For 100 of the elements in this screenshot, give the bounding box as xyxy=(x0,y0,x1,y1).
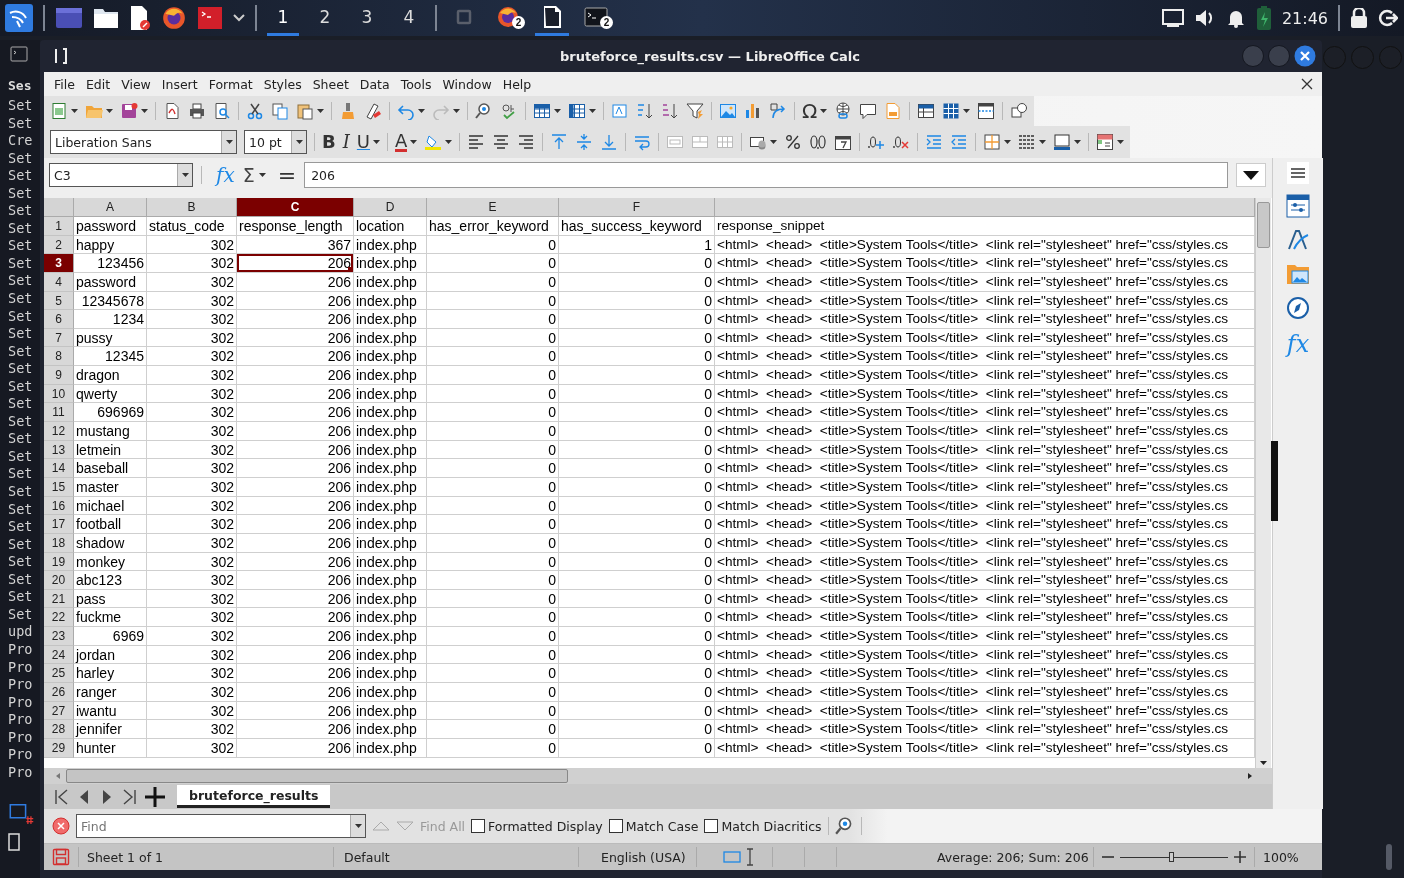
eraser-icon[interactable] xyxy=(364,102,382,120)
save-icon[interactable] xyxy=(52,848,70,866)
name-box[interactable]: C3 xyxy=(49,163,193,187)
caret-icon[interactable] xyxy=(106,109,113,113)
row-header[interactable]: 1 xyxy=(44,217,74,236)
percent-icon[interactable] xyxy=(784,133,803,151)
caret-icon[interactable] xyxy=(225,140,233,144)
sidebar-handle[interactable] xyxy=(1271,441,1278,521)
text-editor-icon[interactable] xyxy=(129,5,151,31)
row-header[interactable]: 28 xyxy=(44,720,74,739)
checkbox-label[interactable]: Match Diacritics xyxy=(721,818,822,834)
font-color-button[interactable]: A xyxy=(395,132,408,152)
unmerge-cells-icon[interactable] xyxy=(716,133,735,151)
add-sheet-icon[interactable] xyxy=(144,785,166,808)
close-icon[interactable] xyxy=(1294,45,1316,67)
row-header[interactable]: 11 xyxy=(44,403,74,423)
caret-icon[interactable] xyxy=(373,140,381,144)
scroll-thumb[interactable] xyxy=(66,769,568,783)
calendar-icon[interactable] xyxy=(834,133,853,151)
paintbrush-icon[interactable] xyxy=(339,102,357,120)
column-header[interactable]: A xyxy=(74,198,147,217)
caret-icon[interactable] xyxy=(453,109,460,113)
caret-icon[interactable] xyxy=(418,109,425,113)
zoom-in-icon[interactable] xyxy=(1234,851,1246,863)
row-header[interactable]: 14 xyxy=(44,459,74,478)
font-size-field[interactable]: 10 pt xyxy=(244,130,307,154)
menu-item[interactable]: Help xyxy=(497,76,537,92)
horizontal-scrollbar[interactable] xyxy=(44,768,1272,784)
menu-item[interactable]: Tools xyxy=(395,76,437,92)
caret-icon[interactable] xyxy=(554,109,561,113)
insert-column-icon[interactable] xyxy=(568,102,586,120)
globe-link-icon[interactable] xyxy=(834,102,853,120)
caret-icon[interactable] xyxy=(770,140,778,144)
caret-icon[interactable] xyxy=(820,109,828,113)
menu-item[interactable]: View xyxy=(116,76,156,92)
sort-descending-icon[interactable] xyxy=(661,102,679,120)
menu-item[interactable]: Edit xyxy=(80,76,116,92)
sum-button[interactable]: Σ xyxy=(242,164,255,186)
column-header[interactable]: E xyxy=(427,198,559,217)
row-header[interactable]: 23 xyxy=(44,627,74,646)
shapes-icon[interactable] xyxy=(1010,102,1029,120)
sort-icon[interactable] xyxy=(611,102,629,120)
column-header[interactable]: F xyxy=(559,198,715,217)
caret-icon[interactable] xyxy=(233,14,245,22)
align-left-icon[interactable] xyxy=(467,133,486,151)
caret-icon[interactable] xyxy=(141,109,148,113)
expand-button[interactable] xyxy=(1236,163,1266,187)
caret-icon[interactable] xyxy=(1004,140,1012,144)
folder-icon[interactable] xyxy=(93,7,119,29)
center-vertically-icon[interactable] xyxy=(575,133,594,151)
caret-icon[interactable] xyxy=(354,824,362,828)
terminal-icon[interactable] xyxy=(10,46,28,62)
menu-item[interactable]: Styles xyxy=(258,76,307,92)
highlighter-icon[interactable] xyxy=(424,133,443,151)
caret-icon[interactable] xyxy=(445,140,453,144)
down-arrow-icon[interactable] xyxy=(1257,758,1270,768)
row-header[interactable]: 3 xyxy=(44,254,74,273)
new-spreadsheet-icon[interactable] xyxy=(50,102,68,120)
compass-icon[interactable] xyxy=(1286,296,1310,320)
caret-icon[interactable] xyxy=(410,140,418,144)
row-header[interactable]: 6 xyxy=(44,310,74,329)
caret-icon[interactable] xyxy=(181,173,189,177)
align-top-icon[interactable] xyxy=(550,133,569,151)
browser-icon[interactable] xyxy=(161,5,187,31)
font-name-field[interactable]: Liberation Sans xyxy=(50,130,237,154)
gallery-icon[interactable] xyxy=(1286,262,1310,286)
row-header[interactable]: 25 xyxy=(44,664,74,683)
paste-icon[interactable] xyxy=(296,102,314,120)
checkbox-label[interactable]: Formatted Display xyxy=(488,818,603,834)
caret-icon[interactable] xyxy=(963,109,971,113)
first-sheet-icon[interactable] xyxy=(52,787,70,806)
image-icon[interactable] xyxy=(719,102,737,120)
border-style-icon[interactable] xyxy=(1018,133,1037,151)
text-style-button[interactable]: B xyxy=(322,132,336,152)
lock-icon[interactable] xyxy=(1350,8,1368,28)
row-header[interactable]: 8 xyxy=(44,347,74,367)
text-style-button[interactable]: U xyxy=(356,132,371,152)
workspace-button[interactable]: 3 xyxy=(351,0,383,36)
row-header[interactable]: 26 xyxy=(44,683,74,702)
menu-item[interactable]: Format xyxy=(203,76,258,92)
insert-row-icon[interactable] xyxy=(533,102,551,120)
decimal-format-icon[interactable] xyxy=(809,133,828,151)
merge-cells-icon[interactable] xyxy=(666,133,685,151)
add-decimal-icon[interactable] xyxy=(867,133,886,151)
print-preview-icon[interactable] xyxy=(213,102,231,120)
formula-input[interactable]: 206 xyxy=(304,162,1228,188)
comment-icon[interactable] xyxy=(859,102,878,120)
pdf-export-icon[interactable] xyxy=(163,102,181,120)
dropdown-arrow-icon[interactable] xyxy=(1243,170,1259,180)
workspace-button[interactable]: 1 xyxy=(267,0,299,36)
menu-icon[interactable] xyxy=(1291,168,1305,178)
scroll-thumb[interactable] xyxy=(1257,202,1270,248)
caret-icon[interactable] xyxy=(295,140,303,144)
checkbox[interactable] xyxy=(608,819,623,833)
bar-chart-icon[interactable] xyxy=(744,102,762,120)
text-cursor-icon[interactable] xyxy=(745,848,755,866)
desktop-icon[interactable] xyxy=(55,6,83,30)
vertical-scrollbar[interactable] xyxy=(1255,198,1271,768)
caret-icon[interactable] xyxy=(1074,140,1082,144)
table-icon[interactable] xyxy=(942,102,961,120)
